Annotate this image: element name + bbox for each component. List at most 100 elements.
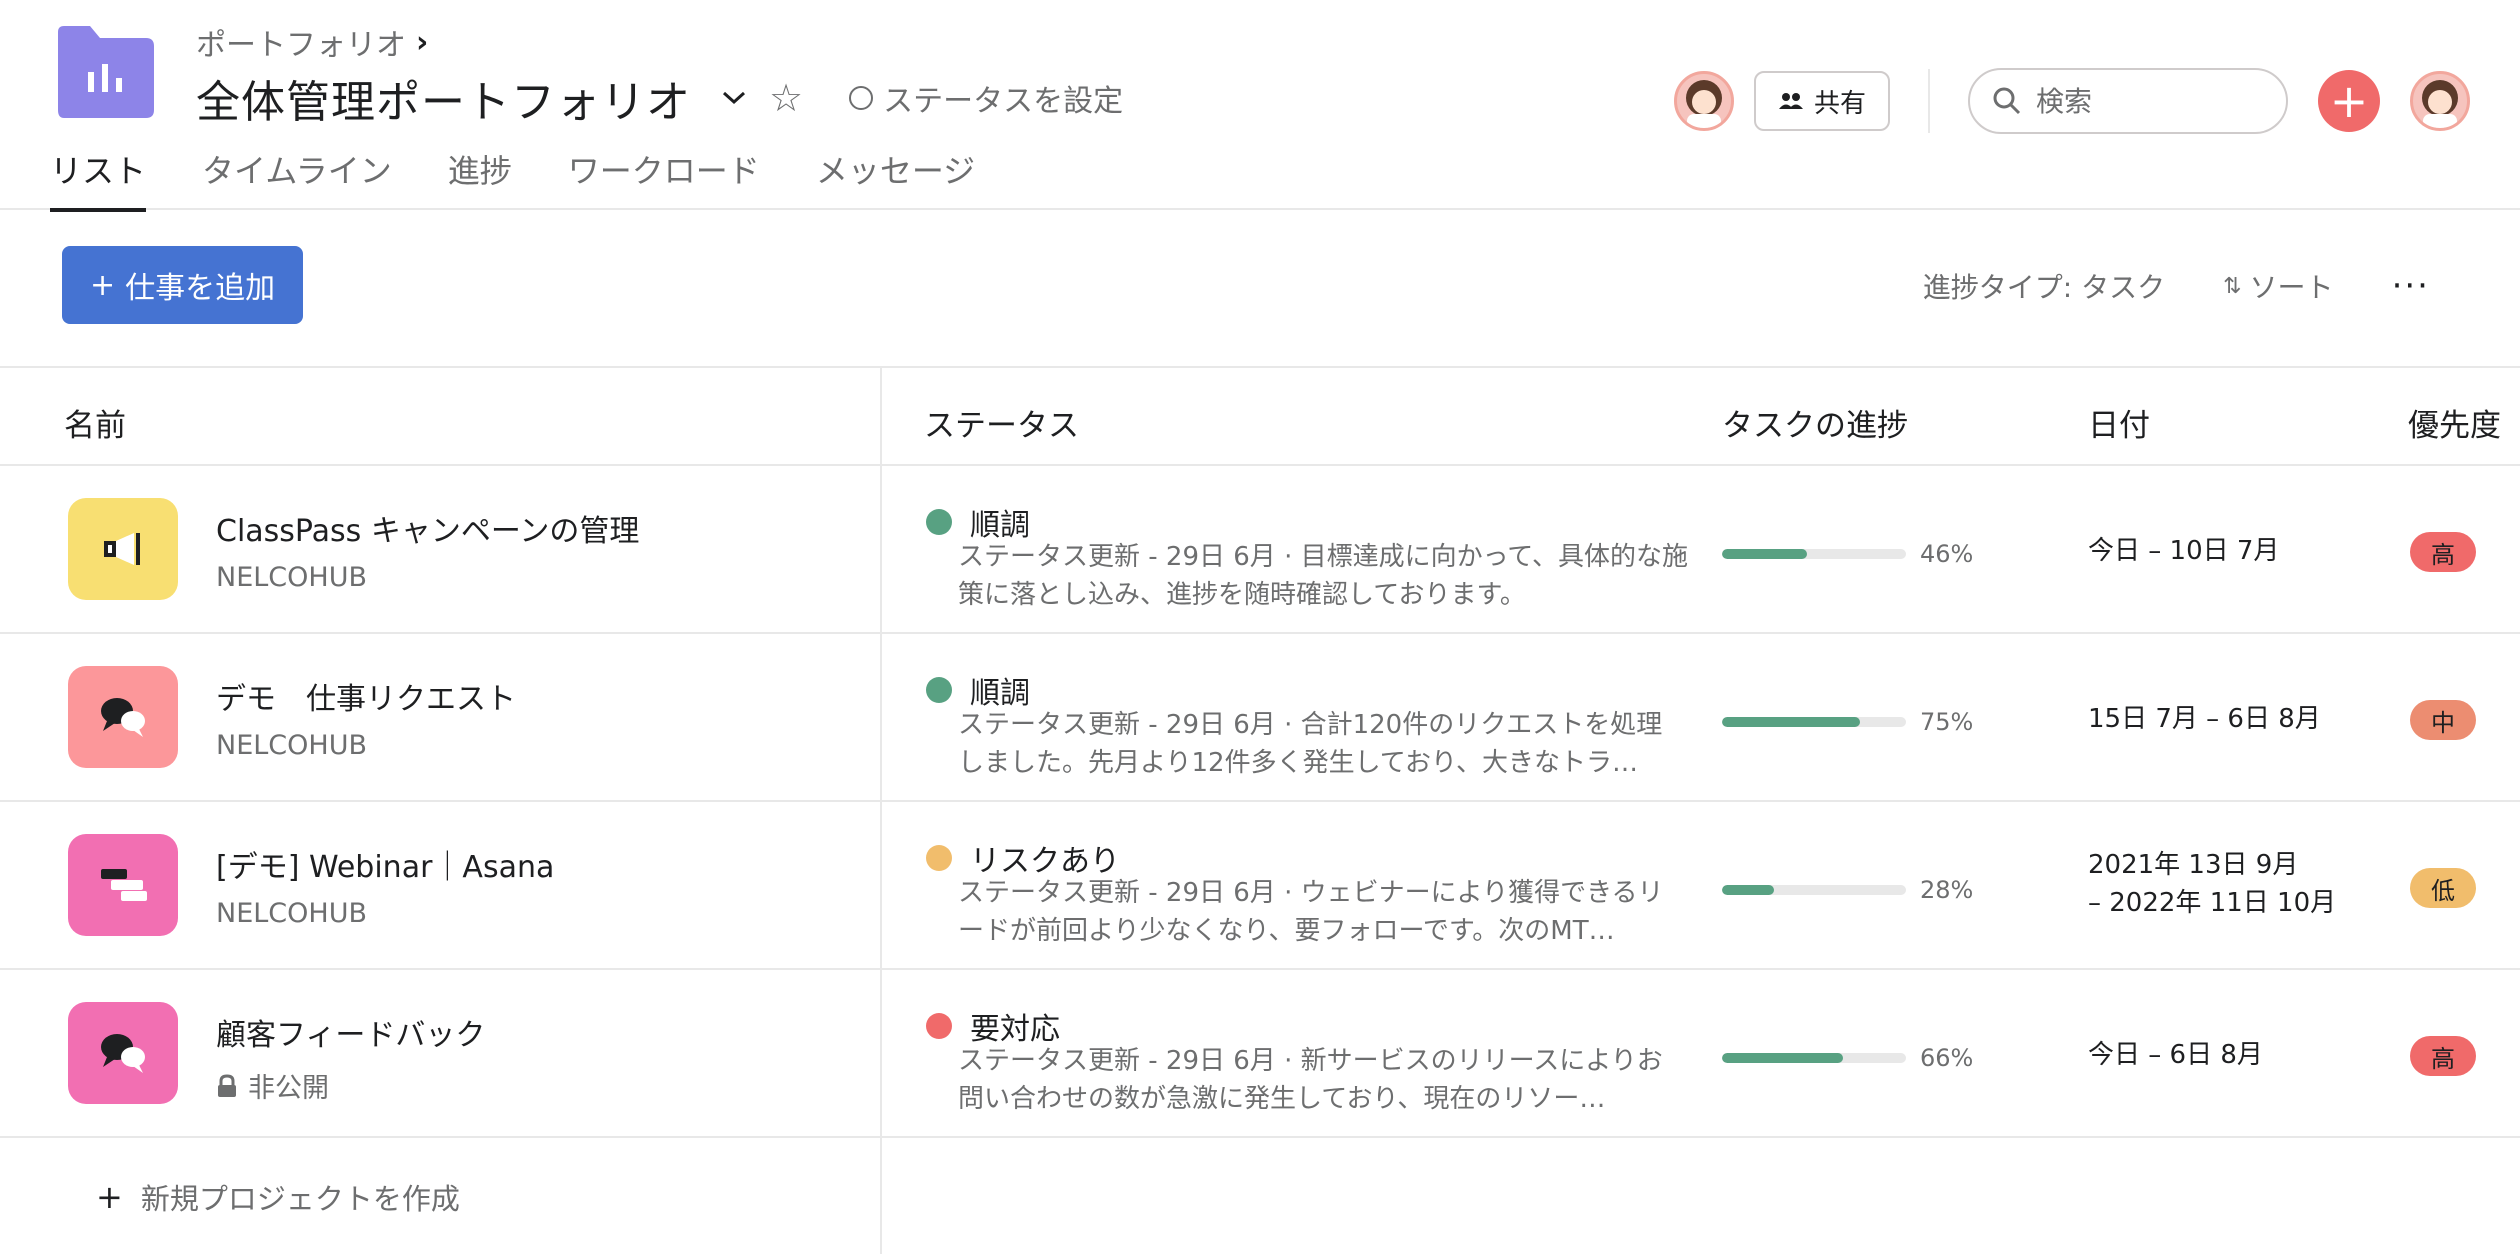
project-name[interactable]: [デモ] Webinar｜Asana [216,842,554,886]
priority-badge[interactable]: 高 [2410,532,2476,572]
project-team: NELCOHUB [216,562,367,593]
breadcrumb[interactable]: ポートフォリオ › [196,20,428,64]
sort-label: ソート [2249,271,2334,304]
portfolio-folder-icon [58,26,154,118]
column-header-progress[interactable]: タスクの進捗 [1722,400,1908,445]
chat-bubbles-icon [68,666,178,768]
progress-bar [1722,549,1906,559]
set-status-label: ステータスを設定 [883,84,1124,119]
member-avatar[interactable] [1673,71,1734,131]
tab-progress[interactable]: 進捗 [448,146,512,212]
progress-type-label: 進捗タイプ: タスク [1922,271,2166,304]
progress-percent: 46% [1920,540,1974,568]
table-row[interactable]: 顧客フィードバック 非公開 要対応 ステータス更新 - 29日 6月 · 新サー… [0,970,2520,1138]
table-row[interactable]: [デモ] Webinar｜Asana NELCOHUB リスクあり ステータス更… [0,802,2520,970]
user-avatar[interactable] [2410,71,2470,131]
status-dot-icon [926,509,952,535]
project-name[interactable]: ClassPass キャンペーンの管理 [216,506,639,550]
portfolio-table: 名前 ステータス タスクの進捗 日付 優先度 ClassPass キャンペーンの… [0,366,2520,1138]
project-name[interactable]: 顧客フィードバック [216,1010,485,1054]
share-label: 共有 [1813,88,1866,119]
progress-fill [1722,549,1807,559]
table-row[interactable]: ClassPass キャンペーンの管理 NELCOHUB 順調 ステータス更新 … [0,466,2520,634]
chat-bubbles-icon [68,1002,178,1104]
add-work-button[interactable]: + 仕事を追加 [62,246,304,324]
task-progress: 75% [1722,708,1973,736]
plus-icon: + [96,1178,123,1216]
progress-fill [1722,885,1774,895]
column-header-status[interactable]: ステータス [924,400,1079,445]
set-status-button[interactable]: ステータスを設定 [849,76,1123,120]
tab-messages[interactable]: メッセージ [816,146,975,212]
task-progress: 46% [1722,540,1973,568]
status-description: ステータス更新 - 29日 6月 · 合計120件のリクエストを処理しました。先… [958,710,1663,778]
people-icon [1778,93,1803,109]
column-header-priority[interactable]: 優先度 [2408,400,2501,445]
share-button[interactable]: 共有 [1753,71,1890,131]
status-description: ステータス更新 - 29日 6月 · 目標達成に向かって、具体的な施策に落とし込… [958,542,1688,610]
progress-bar [1722,885,1906,895]
table-row[interactable]: デモ 仕事リクエスト NELCOHUB 順調 ステータス更新 - 29日 6月 … [0,634,2520,802]
column-header-name[interactable]: 名前 [64,400,126,445]
create-plus-button[interactable]: + [2318,70,2380,132]
task-progress: 66% [1722,1044,1973,1072]
more-options-icon[interactable]: ··· [2392,266,2430,306]
priority-badge[interactable]: 中 [2410,700,2476,740]
progress-fill [1722,1053,1844,1063]
star-icon[interactable]: ☆ [769,76,803,120]
status-description: ステータス更新 - 29日 6月 · 新サービスのリリースによりお問い合わせの数… [958,1046,1663,1114]
search-input[interactable] [2036,84,2256,118]
view-tabs: リスト タイムライン 進捗 ワークロード メッセージ [50,146,975,212]
table-header: 名前 ステータス タスクの進捗 日付 優先度 [0,366,2520,466]
progress-percent: 66% [1920,1044,1974,1072]
date-range[interactable]: 2021年 13日 9月 – 2022年 11日 10月 [2088,846,2336,922]
add-work-label: 仕事を追加 [125,271,276,306]
date-range[interactable]: 今日 – 6日 8月 [2088,1036,2263,1074]
date-range[interactable]: 15日 7月 – 6日 8月 [2088,700,2321,738]
priority-badge[interactable]: 低 [2410,868,2476,908]
task-progress: 28% [1722,876,1973,904]
visibility-label: 非公開 [248,1073,329,1104]
chevron-down-icon[interactable] [717,81,751,115]
status-dot-icon [926,677,952,703]
sort-button[interactable]: ⇅ ソート [2223,266,2333,306]
tab-list[interactable]: リスト [50,146,147,212]
progress-type-button[interactable]: 進捗タイプ: タスク [1923,266,2165,306]
status-dot-icon [926,845,952,871]
search-box[interactable] [1968,68,2288,134]
new-project-button[interactable]: + 新規プロジェクトを作成 [96,1176,460,1218]
column-header-date[interactable]: 日付 [2088,400,2150,445]
lock-icon [218,1073,236,1097]
status-description: ステータス更新 - 29日 6月 · ウェビナーにより獲得できるリードが前回より… [958,878,1664,946]
toolbar-actions: 進捗タイプ: タスク ⇅ ソート ··· [1923,266,2430,306]
breadcrumb-portfolio[interactable]: ポートフォリオ [196,20,406,64]
status-circle-icon [849,86,874,110]
page-header: ポートフォリオ › 全体管理ポートフォリオ ☆ ステータスを設定 リスト タイム… [0,0,2520,212]
plus-icon: + [90,267,116,303]
progress-bar [1722,1053,1906,1063]
progress-bar [1722,717,1906,727]
tab-workload[interactable]: ワークロード [568,146,760,212]
search-icon [1993,87,2021,115]
title-row: 全体管理ポートフォリオ ☆ ステータスを設定 [196,66,1123,130]
tab-timeline[interactable]: タイムライン [202,146,392,212]
divider [1928,69,1930,133]
date-start: 2021年 13日 9月 [2088,850,2299,880]
status-dot-icon [926,1013,952,1039]
date-end: – 2022年 11日 10月 [2088,888,2337,918]
project-team: NELCOHUB [216,898,367,929]
progress-percent: 28% [1920,876,1974,904]
project-team: NELCOHUB [216,730,367,761]
page-title[interactable]: 全体管理ポートフォリオ [196,66,691,130]
chevron-right-icon: › [416,24,429,60]
progress-percent: 75% [1920,708,1974,736]
date-range[interactable]: 今日 – 10日 7月 [2088,532,2279,570]
megaphone-icon [68,498,178,600]
progress-fill [1722,717,1860,727]
timeline-icon [68,834,178,936]
priority-badge[interactable]: 高 [2410,1036,2476,1076]
sort-icon: ⇅ [2223,273,2242,299]
project-name[interactable]: デモ 仕事リクエスト [216,674,516,718]
new-project-label: 新規プロジェクトを作成 [140,1182,460,1216]
header-actions: 共有 + [1673,68,2470,134]
